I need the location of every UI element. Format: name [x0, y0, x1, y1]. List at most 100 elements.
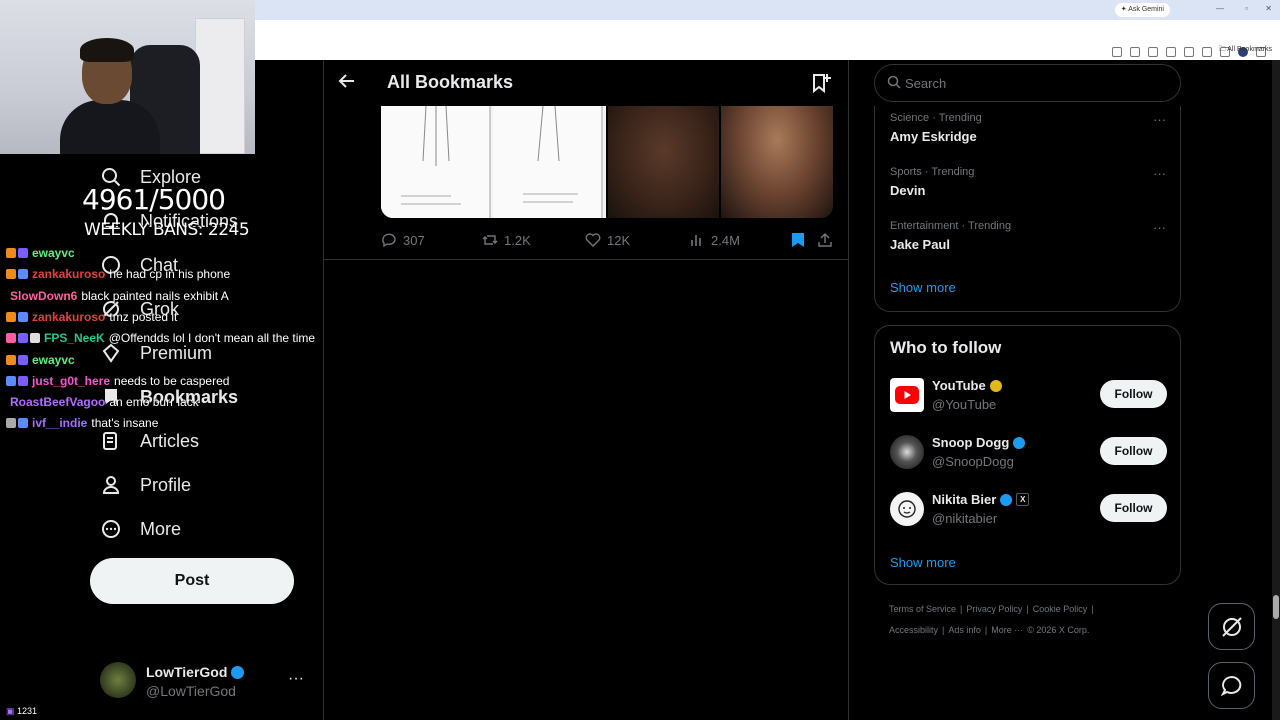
- footer-link[interactable]: More ···: [991, 625, 1023, 635]
- post-button[interactable]: Post: [90, 558, 294, 604]
- nav-profile[interactable]: Profile: [100, 474, 191, 496]
- follow-suggestion[interactable]: YouTube @YouTube Follow: [890, 376, 1167, 416]
- who-to-follow-show-more-link[interactable]: Show more: [890, 555, 956, 570]
- download-icon[interactable]: [1202, 47, 1212, 57]
- chat-message: just_g0t_here needs to be caspered: [6, 374, 229, 388]
- footer-separator: |: [942, 625, 945, 635]
- nav-label: Premium: [140, 342, 213, 363]
- avatar: [890, 435, 924, 469]
- follow-suggestion[interactable]: Snoop Dogg @SnoopDogg Follow: [890, 433, 1167, 473]
- document-page: [493, 106, 603, 218]
- nav-articles[interactable]: Articles: [100, 430, 199, 452]
- account-switcher[interactable]: LowTierGod @LowTierGod ···: [100, 660, 312, 704]
- extensions-icon[interactable]: [1166, 47, 1176, 57]
- screenshot-icon[interactable]: [1112, 47, 1122, 57]
- messages-floating-button[interactable]: [1208, 662, 1255, 709]
- back-arrow-icon[interactable]: [338, 72, 356, 95]
- trends-show-more-link[interactable]: Show more: [890, 280, 956, 295]
- trend-more-icon[interactable]: ···: [1153, 166, 1166, 181]
- suggestion-name-text: Nikita Bier: [932, 492, 997, 507]
- bookmarks-folder[interactable]: 🗀 All Bookmarks: [1219, 45, 1272, 56]
- footer-separator: |: [1026, 604, 1029, 614]
- footer-link[interactable]: Terms of Service: [889, 604, 956, 614]
- footer-link[interactable]: Accessibility: [889, 625, 938, 635]
- suggestion-handle: @SnoopDogg: [932, 454, 1014, 469]
- suggestion-name: Snoop Dogg: [932, 435, 1026, 450]
- nav-premium[interactable]: Premium: [100, 342, 212, 364]
- chat-message: RoastBeefVagoo an emo burr lack: [6, 395, 199, 409]
- like-button[interactable]: 12K: [585, 232, 630, 248]
- who-to-follow-title: Who to follow: [890, 338, 1002, 357]
- chat-text: he had cp in his phone: [109, 267, 231, 282]
- suggestion-handle: @YouTube: [932, 397, 997, 412]
- search-icon: [887, 75, 901, 89]
- grok-icon: [1221, 616, 1242, 637]
- footer-link[interactable]: Ads info: [948, 625, 981, 635]
- tweet-media-photo[interactable]: [721, 106, 833, 218]
- follow-button[interactable]: Follow: [1100, 437, 1167, 465]
- zoom-icon[interactable]: [1130, 47, 1140, 57]
- x-affiliate-badge-icon: X: [1016, 493, 1030, 506]
- star-icon[interactable]: [1148, 47, 1158, 57]
- chat-message: zankakuroso he had cp in his phone: [6, 267, 230, 281]
- chat-badge-icon: [6, 248, 16, 258]
- ask-gemini-button[interactable]: ✦ Ask Gemini: [1114, 3, 1170, 17]
- more-circle-icon: [100, 518, 122, 540]
- webcam-feed: [0, 0, 255, 154]
- chat-text: needs to be caspered: [114, 373, 230, 388]
- account-handle: @LowTierGod: [146, 683, 236, 699]
- verified-badge-icon: [1000, 493, 1013, 506]
- add-bookmark-folder-icon[interactable]: [810, 72, 832, 94]
- trend-item[interactable]: Sports · Trending Devin: [890, 166, 974, 198]
- follow-button[interactable]: Follow: [1100, 380, 1167, 408]
- chat-username: ivf__indie: [32, 416, 88, 431]
- account-name: LowTierGod: [146, 664, 245, 680]
- minimize-icon[interactable]: —: [1216, 4, 1224, 13]
- scrollbar-thumb[interactable]: [1273, 595, 1279, 619]
- follow-button[interactable]: Follow: [1100, 494, 1167, 522]
- chat-badge-icon: [6, 375, 16, 386]
- nav-more[interactable]: More: [100, 518, 181, 540]
- suggestion-name: YouTube: [932, 378, 1002, 393]
- bookmarks-header: All Bookmarks: [324, 60, 848, 106]
- repost-button[interactable]: 1.2K: [482, 232, 531, 248]
- suggestion-handle: @nikitabier: [932, 511, 998, 526]
- tweet-media-photo[interactable]: [608, 106, 719, 218]
- footer-link[interactable]: Cookie Policy: [1033, 604, 1088, 614]
- close-window-icon[interactable]: ✕: [1265, 4, 1272, 13]
- webcam-door: [195, 18, 245, 154]
- trend-item[interactable]: Science · Trending Amy Eskridge: [890, 112, 982, 144]
- chat-badge-icon: [18, 354, 28, 365]
- views-button[interactable]: 2.4M: [689, 232, 740, 248]
- nav-label: Articles: [140, 430, 200, 451]
- views-icon: [691, 235, 701, 246]
- search-input[interactable]: Search: [874, 64, 1181, 102]
- grok-floating-button[interactable]: [1208, 603, 1255, 650]
- trend-more-icon[interactable]: ···: [1153, 220, 1166, 235]
- heart-icon: [585, 233, 601, 247]
- scrollbar[interactable]: [1272, 60, 1280, 720]
- more-options-icon[interactable]: ···: [288, 670, 304, 688]
- viewer-icon: ▣: [6, 706, 15, 716]
- nav-label: Profile: [140, 474, 192, 495]
- suggestion-name: Nikita Bier X: [932, 492, 1030, 507]
- maximize-icon[interactable]: ▫: [1245, 4, 1248, 13]
- sidebar-icon[interactable]: [1184, 47, 1194, 57]
- trend-item[interactable]: Entertainment · Trending Jake Paul: [890, 220, 1011, 252]
- follow-suggestion[interactable]: Nikita Bier X @nikitabier Follow: [890, 490, 1167, 530]
- reply-button[interactable]: 307: [381, 232, 425, 248]
- share-button[interactable]: [818, 232, 832, 248]
- divider: [324, 259, 848, 260]
- bookmark-toggle[interactable]: [791, 232, 805, 248]
- webcam-person-hair: [80, 38, 134, 62]
- verified-badge-icon: [231, 666, 245, 679]
- suggestion-name-text: YouTube: [932, 378, 986, 393]
- chat-badge-icon: [18, 333, 28, 344]
- divider: [323, 60, 324, 720]
- chat-badge-icon: [18, 248, 28, 258]
- trend-more-icon[interactable]: ···: [1153, 112, 1166, 127]
- footer-link[interactable]: Privacy Policy: [966, 604, 1022, 614]
- chat-badge-icon: [18, 311, 28, 322]
- tweet-media-document[interactable]: [381, 106, 606, 218]
- footer-link: © 2026 X Corp.: [1027, 625, 1090, 635]
